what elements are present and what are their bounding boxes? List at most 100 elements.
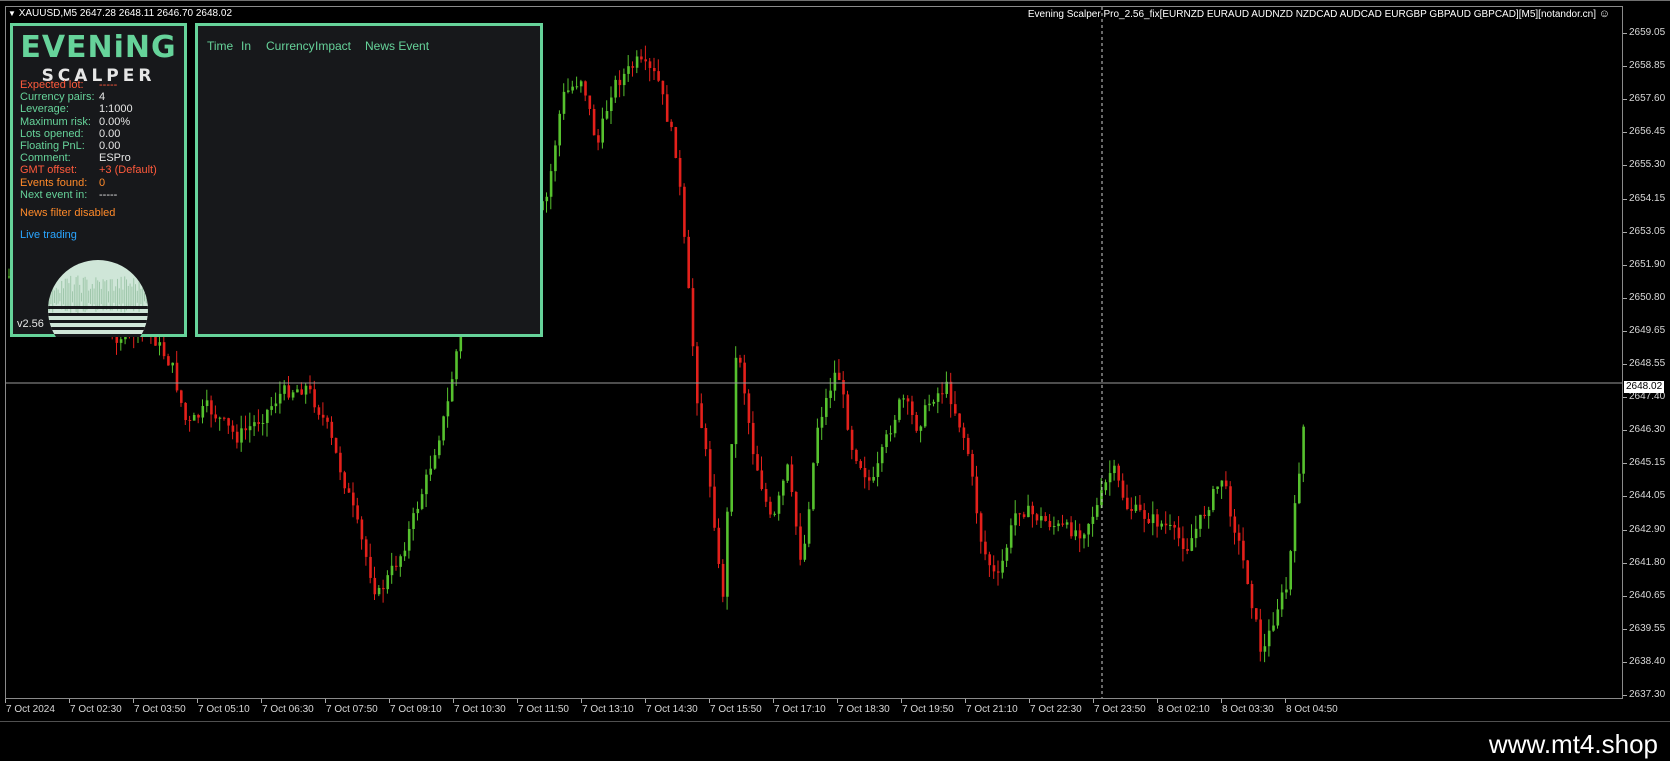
- candle: [377, 585, 381, 597]
- candle: [360, 516, 364, 550]
- candle: [691, 278, 695, 357]
- symbol-header: ▼ XAUUSD,M5 2647.28 2648.11 2646.70 2648…: [8, 8, 232, 19]
- candle: [334, 437, 338, 454]
- candle: [317, 404, 321, 420]
- candle: [248, 412, 252, 443]
- candle: [1177, 516, 1181, 547]
- price-tick: [1623, 297, 1627, 299]
- time-tick: [1093, 699, 1094, 703]
- candle: [1224, 471, 1228, 490]
- candle: [760, 456, 764, 491]
- price-tick-label: 2646.30: [1629, 424, 1666, 436]
- candle: [562, 83, 566, 120]
- news-filter-status: News filter disabled: [20, 207, 116, 219]
- time-tick-label: 7 Oct 10:30: [454, 704, 506, 715]
- candle: [997, 560, 1000, 586]
- candle: [442, 415, 445, 446]
- price-tick: [1623, 198, 1627, 200]
- price-tick-label: 2658.85: [1629, 60, 1666, 72]
- time-tick: [389, 699, 390, 703]
- candle: [915, 411, 918, 433]
- candle: [932, 399, 936, 407]
- candle: [657, 59, 660, 83]
- ea-title-text: Evening Scalper Pro_2.56_fix[EURNZD EURA…: [1027, 9, 1596, 20]
- candle: [1289, 549, 1292, 596]
- candle: [1255, 607, 1258, 622]
- candle: [859, 459, 862, 470]
- candle: [923, 399, 927, 429]
- candle: [734, 346, 738, 458]
- candle: [936, 387, 940, 414]
- candle: [309, 375, 312, 394]
- info-row: Expected lot: -----: [20, 79, 117, 91]
- price-tick: [1623, 695, 1627, 696]
- time-tick: [325, 699, 326, 703]
- symbol-quote: XAUUSD,M5 2647.28 2648.11 2646.70 2648.0…: [18, 8, 233, 19]
- candle: [180, 389, 183, 407]
- candle: [631, 61, 635, 77]
- candle: [1121, 473, 1125, 501]
- info-row-value: 0.00%: [99, 115, 131, 128]
- time-tick-label: 7 Oct 07:50: [326, 704, 378, 715]
- candle: [790, 456, 794, 497]
- candle: [911, 395, 914, 425]
- info-row-value: ESPro: [99, 152, 131, 165]
- smiley-icon[interactable]: ☺: [1599, 8, 1610, 20]
- price-tick-label: 2657.60: [1629, 93, 1666, 105]
- price-tick-label: 2642.90: [1629, 523, 1666, 535]
- candle: [399, 554, 402, 577]
- candle: [300, 382, 303, 396]
- candle: [373, 566, 377, 601]
- candle: [721, 559, 725, 603]
- candle: [880, 444, 884, 472]
- candle: [425, 469, 428, 508]
- candle: [1022, 511, 1026, 519]
- trading-mode: Live trading: [20, 229, 77, 241]
- price-tick-label: 2649.65: [1629, 324, 1666, 336]
- candle: [567, 78, 570, 94]
- candle: [1057, 520, 1060, 532]
- candle: [885, 429, 888, 454]
- collapse-triangle-icon[interactable]: ▼: [8, 9, 16, 18]
- info-row-value: 1:1000: [99, 103, 133, 116]
- info-row-label: Maximum risk:: [20, 115, 91, 128]
- price-tick: [1623, 33, 1627, 34]
- candle: [739, 354, 742, 368]
- info-row: Next event in: -----: [20, 189, 117, 201]
- logo-evening: EVENiNG: [20, 30, 177, 65]
- candle: [433, 448, 437, 470]
- news-panel: Time In Currency Impact News Event: [195, 23, 543, 337]
- logo-moon-graphic: [45, 258, 151, 337]
- price-tick: [1623, 132, 1627, 134]
- candle: [1181, 526, 1185, 562]
- candle: [347, 482, 351, 494]
- price-tick-label: 2644.05: [1629, 490, 1666, 502]
- info-row: Lots opened: 0.00: [20, 128, 120, 140]
- candle: [1229, 481, 1232, 527]
- time-tick-label: 8 Oct 04:50: [1286, 704, 1338, 715]
- candle: [188, 415, 192, 432]
- candle: [842, 371, 845, 409]
- candle: [1199, 514, 1202, 537]
- candle: [1250, 580, 1254, 619]
- price-tick: [1623, 364, 1627, 365]
- candle: [1272, 612, 1275, 632]
- candle: [674, 126, 678, 159]
- time-tick: [453, 699, 454, 703]
- candle: [1160, 520, 1163, 530]
- news-col-in: In: [241, 39, 252, 53]
- candle: [261, 414, 265, 436]
- candle: [1070, 516, 1073, 539]
- candle: [407, 521, 411, 559]
- candle: [962, 422, 966, 450]
- candle: [1091, 506, 1095, 537]
- candle: [244, 415, 248, 440]
- candle: [726, 507, 729, 610]
- candle: [1009, 518, 1013, 554]
- candle: [1117, 463, 1120, 488]
- candle: [782, 479, 785, 506]
- candle: [1173, 521, 1176, 540]
- candle: [579, 79, 583, 93]
- candle: [1302, 424, 1305, 483]
- candle: [906, 395, 910, 415]
